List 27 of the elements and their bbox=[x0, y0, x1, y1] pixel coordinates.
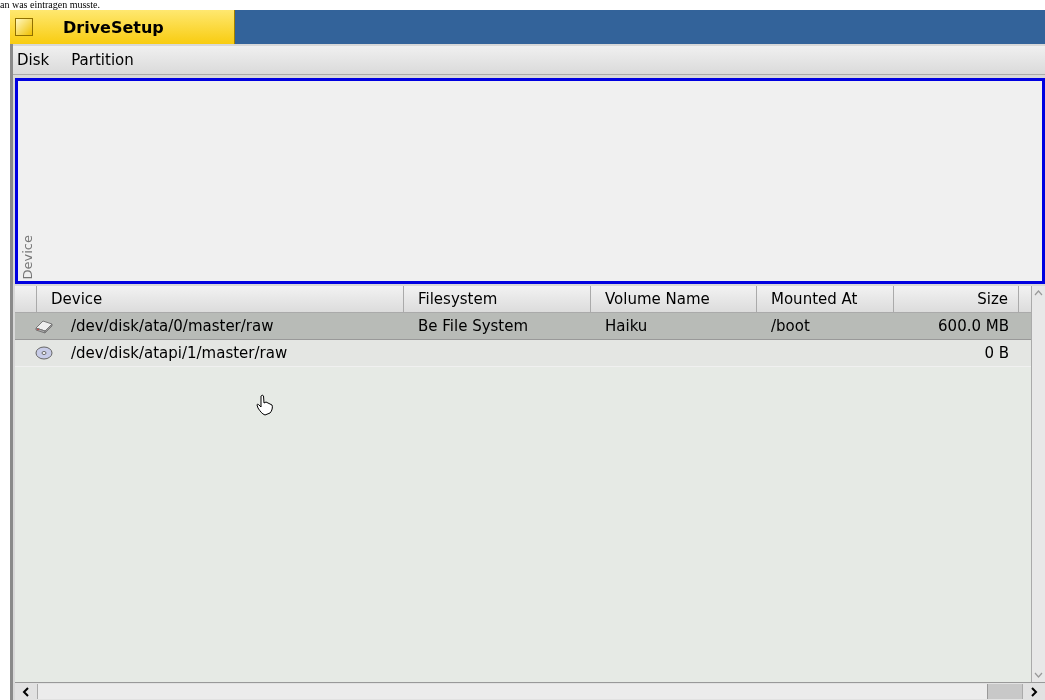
device-label: Device bbox=[20, 234, 35, 279]
table-cell: /dev/disk/ata/0/master/raw bbox=[71, 317, 274, 335]
column-header[interactable]: Filesystem bbox=[404, 286, 591, 312]
table-cell: 0 B bbox=[984, 344, 1009, 362]
optical-disc-icon bbox=[35, 345, 53, 361]
table-row[interactable]: /dev/disk/ata/0/master/raw Be File System Haiku /boot 600.0 MB bbox=[15, 313, 1031, 340]
table-cell: /boot bbox=[771, 317, 810, 335]
menu-item[interactable]: Partition bbox=[59, 51, 144, 69]
vertical-scrollbar[interactable] bbox=[1031, 286, 1045, 682]
table-cell: Haiku bbox=[605, 317, 648, 335]
scroll-thumb[interactable] bbox=[987, 684, 1022, 699]
table-cell: 600.0 MB bbox=[938, 317, 1009, 335]
column-header[interactable]: Size bbox=[894, 286, 1019, 312]
close-box-icon[interactable] bbox=[15, 18, 33, 36]
caption-text: an was eintragen musste. bbox=[0, 0, 100, 10]
table-row[interactable]: /dev/disk/atapi/1/master/raw 0 B bbox=[15, 340, 1031, 367]
table-cell: Be File System bbox=[418, 317, 529, 335]
menu-item[interactable]: Disk bbox=[13, 51, 60, 69]
horizontal-scrollbar[interactable] bbox=[15, 682, 1045, 700]
title-bar[interactable]: DriveSetup bbox=[10, 10, 1045, 44]
table-cell: /dev/disk/atapi/1/master/raw bbox=[71, 344, 288, 362]
window-tab[interactable]: DriveSetup bbox=[10, 10, 235, 44]
column-header[interactable]: Mounted At bbox=[757, 286, 894, 312]
column-header[interactable]: Device bbox=[37, 286, 404, 312]
column-header[interactable]: Volume Name bbox=[591, 286, 757, 312]
hand-cursor-icon bbox=[255, 394, 275, 418]
window-title: DriveSetup bbox=[63, 17, 164, 37]
